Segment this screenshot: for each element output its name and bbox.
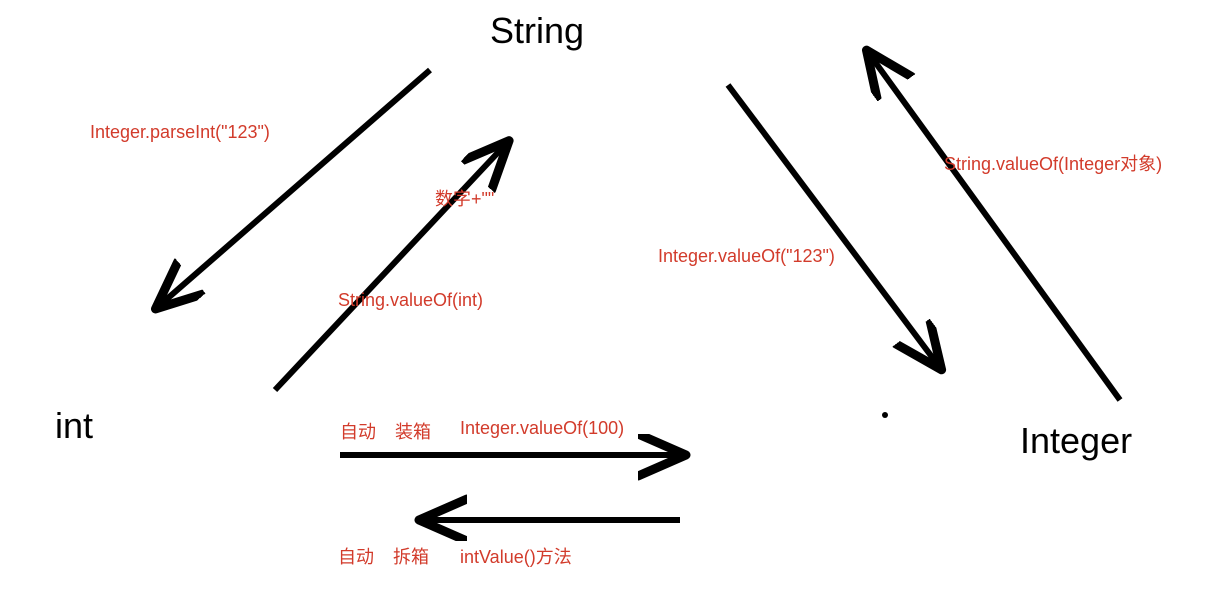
- node-integer: Integer: [1020, 420, 1132, 462]
- arrow-int-to-string: [275, 145, 505, 390]
- arrow-string-to-int: [160, 70, 430, 305]
- node-string: String: [490, 10, 584, 52]
- label-integer-valueof-100: Integer.valueOf(100): [460, 418, 624, 439]
- label-string-valueof-int: String.valueOf(int): [338, 290, 483, 311]
- label-parseint: Integer.parseInt("123"): [90, 122, 270, 143]
- label-string-valueof-integer: String.valueOf(Integer对象): [944, 150, 1162, 176]
- label-autounbox-1: 自动: [338, 543, 374, 569]
- label-intvalue: intValue()方法: [460, 543, 572, 569]
- label-number-plus: 数字+"": [435, 185, 494, 211]
- label-integer-valueof-str: Integer.valueOf("123"): [658, 246, 835, 267]
- arrow-integer-to-string: [870, 55, 1120, 400]
- arrow-string-to-integer: [728, 85, 938, 365]
- label-autobox-2: 装箱: [395, 418, 431, 444]
- label-autounbox-2: 拆箱: [393, 543, 429, 569]
- node-int: int: [55, 405, 93, 447]
- label-autobox-1: 自动: [340, 418, 376, 444]
- arrows-layer: [0, 0, 1220, 595]
- dot-mark: [882, 412, 888, 418]
